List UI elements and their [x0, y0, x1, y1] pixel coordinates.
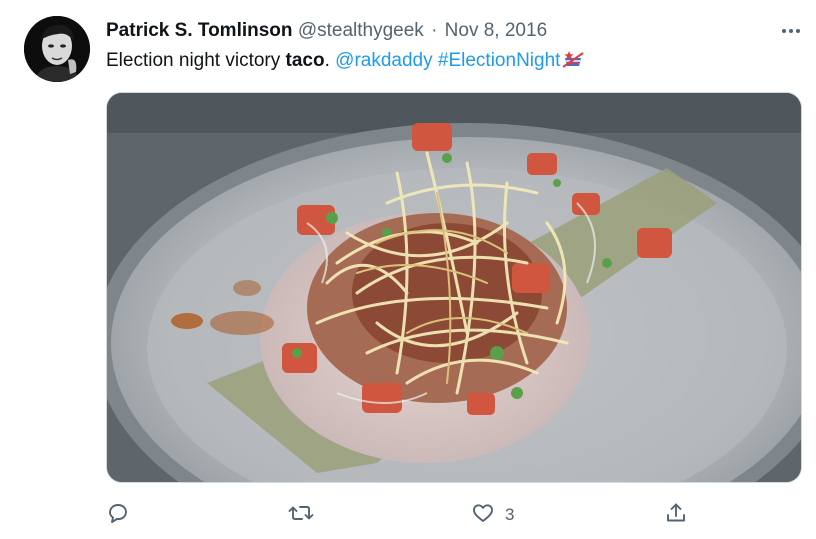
like-button[interactable]: 3: [471, 500, 514, 530]
tweet-date[interactable]: Nov 8, 2016: [445, 20, 547, 41]
like-count: 3: [505, 505, 515, 524]
tweet-text-bold: taco: [285, 50, 325, 71]
tweet-text-plain: Election night victory: [106, 50, 286, 71]
mention-link[interactable]: @rakdaddy: [335, 50, 432, 71]
tweet-card: Patrick S. Tomlinson @stealthygeek · Nov…: [0, 0, 816, 539]
tweet-actions: 3: [106, 500, 706, 530]
more-dot-icon: [796, 29, 800, 33]
election-ballot-emoji-icon[interactable]: [562, 49, 585, 77]
more-options-button[interactable]: [776, 19, 806, 43]
reply-icon: [106, 501, 130, 530]
retweet-button[interactable]: [288, 500, 314, 530]
more-dot-icon: [789, 29, 793, 33]
author-handle[interactable]: @stealthygeek: [298, 20, 424, 41]
tweet-header: Patrick S. Tomlinson @stealthygeek · Nov…: [106, 18, 547, 44]
header-separator: ·: [431, 20, 438, 41]
avatar[interactable]: [24, 16, 90, 82]
tweet-text: Election night victory taco. @rakdaddy #…: [106, 48, 585, 77]
hashtag-link[interactable]: #ElectionNight: [438, 50, 561, 71]
author-name[interactable]: Patrick S. Tomlinson: [106, 20, 293, 41]
heart-icon: [471, 501, 495, 530]
more-dot-icon: [782, 29, 786, 33]
tweet-text-punct: .: [324, 50, 336, 71]
reply-button[interactable]: [106, 500, 130, 530]
share-button[interactable]: [664, 500, 688, 530]
retweet-icon: [288, 501, 314, 530]
share-icon: [664, 501, 688, 530]
tweet-photo[interactable]: [106, 92, 802, 483]
